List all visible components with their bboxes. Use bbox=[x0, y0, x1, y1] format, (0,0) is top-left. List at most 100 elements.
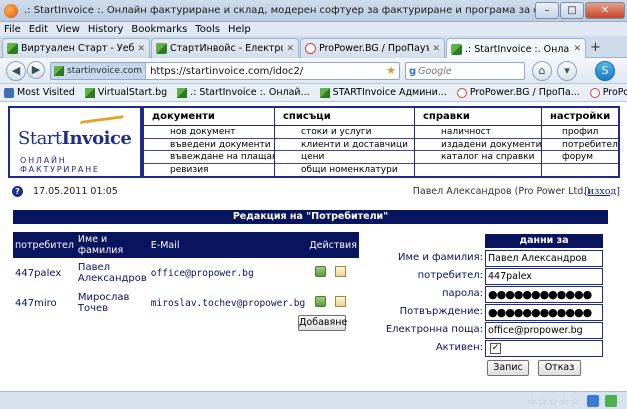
back-icon[interactable]: ◀ bbox=[6, 61, 26, 81]
site-identity-badge[interactable]: startinvoice.com bbox=[51, 63, 147, 79]
logo-tagline: ОНЛАЙН ФАКТУРИРАНЕ bbox=[20, 156, 100, 174]
menu-revision[interactable]: ревизия bbox=[144, 164, 274, 177]
maximize-button[interactable]: □ bbox=[560, 2, 584, 19]
menu-profile[interactable]: профил bbox=[542, 126, 618, 139]
menu-help[interactable]: Help bbox=[228, 24, 251, 35]
menu-clients-suppliers[interactable]: клиенти и доставчици bbox=[275, 139, 414, 151]
active-checkbox[interactable]: ✓ bbox=[490, 343, 501, 354]
search-bar[interactable]: g bbox=[405, 62, 525, 80]
help-icon[interactable]: ? bbox=[12, 185, 23, 197]
bookmark-startinvoice-admin[interactable]: STARTInvoice Админи... bbox=[319, 87, 447, 98]
addon-menu-icon[interactable]: ▾ bbox=[557, 61, 577, 81]
menu-general-nomenclatures[interactable]: общи номенклатури bbox=[275, 164, 414, 177]
search-input[interactable] bbox=[418, 65, 499, 77]
status-bar: ☆☆☆☆☆ bbox=[0, 391, 627, 409]
cell-actions bbox=[307, 258, 359, 288]
menu-head-lists[interactable]: списъци bbox=[275, 108, 414, 126]
fullname-input[interactable] bbox=[486, 251, 602, 266]
bookmark-virtualstart[interactable]: VirtualStart.bg bbox=[84, 87, 168, 98]
menu-tools[interactable]: Tools bbox=[195, 24, 220, 35]
col-header-email: E-Mail bbox=[148, 232, 308, 258]
close-tab-icon[interactable]: ✕ bbox=[286, 44, 294, 54]
menu-availability[interactable]: наличност bbox=[415, 126, 541, 139]
menu-goods-services[interactable]: стоки и услуги bbox=[275, 126, 414, 139]
edit-user-icon[interactable] bbox=[335, 296, 347, 307]
close-window-button[interactable]: ✕ bbox=[585, 2, 625, 19]
addon-status-icon[interactable] bbox=[587, 395, 599, 407]
close-tab-icon[interactable]: ✕ bbox=[432, 44, 440, 54]
menu-head-settings[interactable]: настройки bbox=[542, 108, 618, 126]
menu-empty bbox=[415, 164, 541, 177]
window-controls: – □ ✕ bbox=[534, 2, 625, 19]
menu-forum[interactable]: форум bbox=[542, 151, 618, 164]
cell-username: 447palex bbox=[15, 267, 62, 279]
save-button[interactable]: Запис bbox=[487, 360, 529, 376]
menu-bookmarks[interactable]: Bookmarks bbox=[131, 24, 187, 35]
bookmark-most-visited[interactable]: Most Visited bbox=[4, 87, 75, 98]
username-input[interactable] bbox=[486, 269, 602, 284]
cell-email: miroslav.tochev@propower.bg bbox=[150, 297, 306, 309]
close-tab-icon[interactable]: ✕ bbox=[137, 44, 145, 54]
add-user-button[interactable]: Добавяне bbox=[298, 315, 347, 331]
col-header-actions: Действия bbox=[307, 232, 359, 258]
minimize-button[interactable]: – bbox=[535, 2, 559, 19]
menu-entered-documents[interactable]: въведени документи bbox=[144, 139, 274, 151]
menu-report-catalog[interactable]: каталог на справки bbox=[415, 151, 541, 164]
menu-file[interactable]: File bbox=[4, 24, 21, 35]
startinvoice-favicon-icon bbox=[156, 43, 167, 54]
propower-favicon-icon bbox=[456, 87, 467, 98]
bookmark-propower-login[interactable]: ProPower - Login bbox=[589, 87, 627, 98]
close-tab-icon[interactable]: ✕ bbox=[573, 44, 581, 54]
menu-users[interactable]: потребители bbox=[542, 139, 618, 151]
email-field-box bbox=[485, 322, 603, 339]
menu-view[interactable]: View bbox=[56, 24, 80, 35]
app-menu: документи нов документ въведени документ… bbox=[142, 106, 620, 178]
password-mask: ●●●●●●●●●●●● bbox=[488, 288, 592, 301]
password-input[interactable]: ●●●●●●●●●●●● bbox=[485, 286, 603, 303]
session-info-bar: ? 17.05.2011 01:05 Павел Александров (Pr… bbox=[8, 184, 620, 198]
menu-enter-payments[interactable]: въвеждане на плащания bbox=[144, 151, 274, 164]
startinvoice-logo[interactable]: StartInvoice ОНЛАЙН ФАКТУРИРАНЕ bbox=[8, 106, 142, 178]
delete-user-icon[interactable] bbox=[315, 296, 327, 307]
menu-prices[interactable]: цени bbox=[275, 151, 414, 164]
bookmark-label: .: StartInvoice :. Онлай... bbox=[190, 87, 310, 98]
skype-icon[interactable]: S bbox=[595, 61, 615, 81]
email-input[interactable] bbox=[486, 323, 602, 338]
bookmark-label: VirtualStart.bg bbox=[97, 87, 168, 98]
menu-new-document[interactable]: нов документ bbox=[144, 126, 274, 139]
bookmark-propower[interactable]: ProPower.BG / ПроПа... bbox=[456, 87, 580, 98]
forward-icon[interactable]: ▶ bbox=[27, 61, 45, 79]
rating-stars[interactable]: ☆☆☆☆☆ bbox=[527, 395, 581, 408]
logout-link[interactable]: [изход] bbox=[584, 186, 620, 197]
new-tab-button[interactable]: + bbox=[590, 40, 601, 55]
home-icon[interactable]: ⌂ bbox=[532, 61, 552, 81]
tab-startinvoice-bg[interactable]: СтартИнвойс - Електронни... ✕ bbox=[151, 38, 299, 58]
users-table: потребител Име и фамилия E-Mail Действия… bbox=[13, 232, 359, 318]
menu-head-documents[interactable]: документи bbox=[144, 108, 274, 126]
navigation-toolbar: ◀ ▶ startinvoice.com https://startinvoic… bbox=[0, 58, 627, 84]
tab-virtualstart[interactable]: Виртуален Старт - Уеб сист... ✕ bbox=[2, 38, 150, 58]
url-text[interactable]: https://startinvoice.com/idoc2/ bbox=[150, 66, 303, 77]
bookmark-star-icon[interactable]: ★ bbox=[386, 64, 396, 77]
table-row: 447miro Мирослав Точев miroslav.tochev@p… bbox=[13, 288, 359, 318]
bookmark-startinvoice[interactable]: .: StartInvoice :. Онлай... bbox=[177, 87, 310, 98]
menu-edit[interactable]: Edit bbox=[29, 24, 48, 35]
menu-issued-documents[interactable]: издадени документи bbox=[415, 139, 541, 151]
table-row: 447palex Павел Александров office@propow… bbox=[13, 258, 359, 288]
url-bar[interactable]: startinvoice.com https://startinvoice.co… bbox=[50, 62, 400, 80]
bookmark-label: ProPower.BG / ПроПа... bbox=[469, 87, 580, 98]
edit-user-icon[interactable] bbox=[335, 266, 347, 277]
menu-history[interactable]: History bbox=[88, 24, 124, 35]
menu-head-reports[interactable]: справки bbox=[415, 108, 541, 126]
delete-user-icon[interactable] bbox=[315, 266, 327, 277]
cancel-button[interactable]: Отказ bbox=[538, 360, 581, 376]
cell-username: 447miro bbox=[15, 297, 57, 309]
logo-brand-invoice: Invoice bbox=[61, 128, 132, 149]
addon-status-icon[interactable] bbox=[605, 395, 617, 407]
tab-startinvoice-active[interactable]: .: StartInvoice :. Онлайн фак... ✕ bbox=[446, 38, 586, 59]
bookmark-label: ProPower - Login bbox=[602, 87, 627, 98]
confirm-password-input[interactable]: ●●●●●●●●●●●● bbox=[485, 304, 603, 321]
cell-name: Мирослав Точев bbox=[77, 292, 130, 314]
tab-propower[interactable]: ProPower.BG / ПроПауър.Б... ✕ bbox=[300, 38, 445, 58]
username-field-box bbox=[485, 268, 603, 285]
